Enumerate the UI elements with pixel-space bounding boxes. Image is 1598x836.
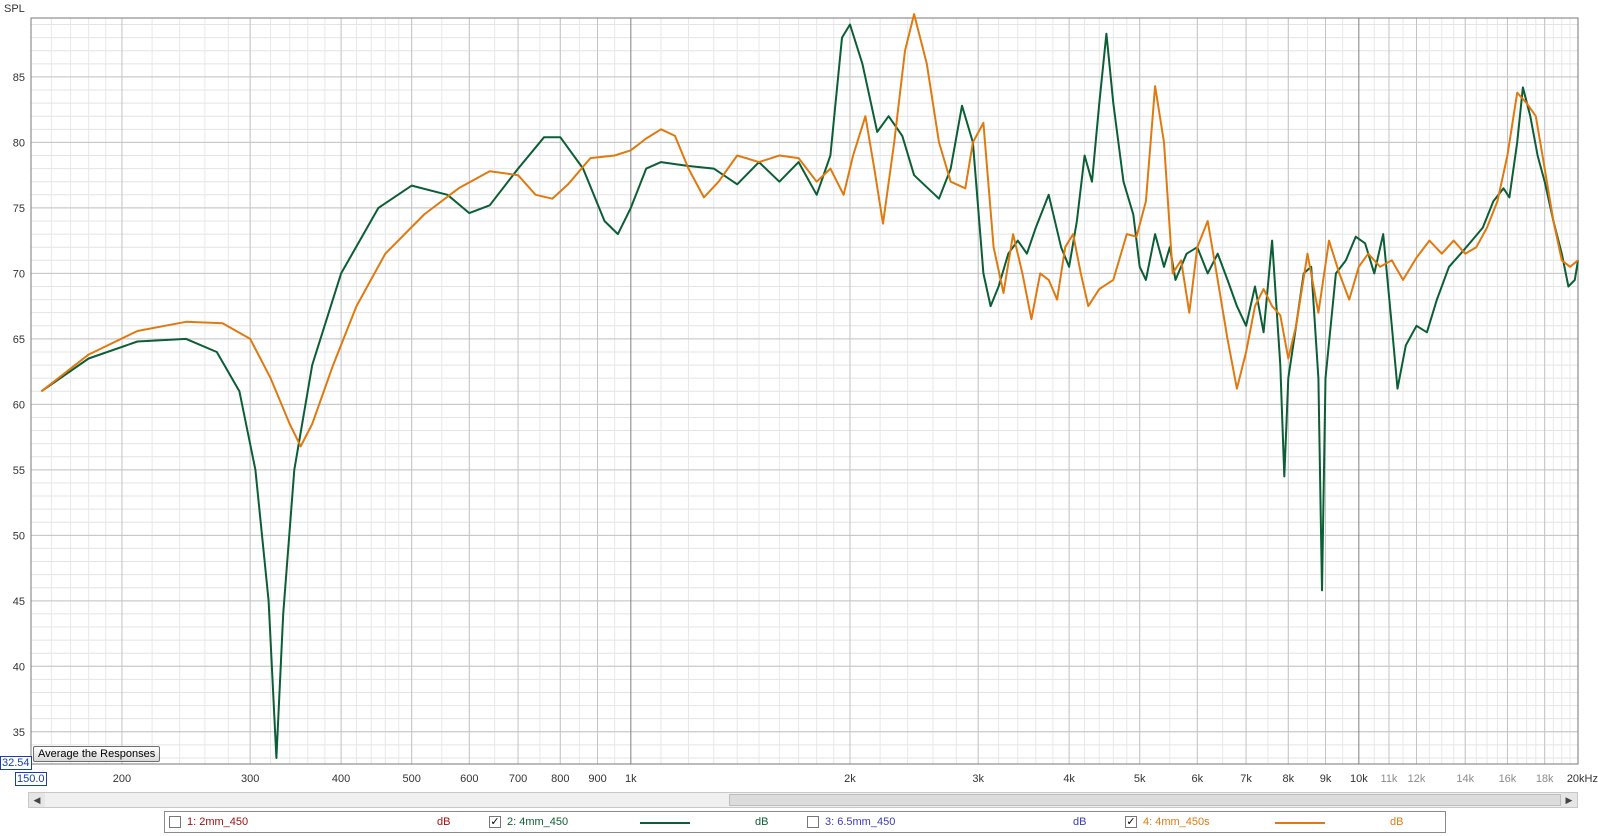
x-tick-label: 9k [1320, 773, 1332, 785]
x-tick-label: 8k [1282, 773, 1294, 785]
legend-swatch-4 [1275, 822, 1325, 824]
legend-checkbox-1[interactable] [169, 816, 181, 828]
legend-label-3: 3: 6.5mm_450 [825, 816, 896, 828]
y-tick-label: 65 [13, 334, 25, 346]
y-tick-label: 40 [13, 661, 25, 673]
x-tick-label: 20kHz [1567, 773, 1598, 785]
x-tick-label: 700 [509, 773, 527, 785]
x-tick-label: 10k [1350, 773, 1368, 785]
y-axis-label: SPL [4, 3, 25, 15]
scroll-left-arrow-icon[interactable]: ◀ [29, 793, 45, 807]
y-tick-label: 35 [13, 727, 25, 739]
x-tick-label: 5k [1134, 773, 1146, 785]
x-min-label[interactable]: 150.0 [15, 772, 47, 786]
x-tick-label: 900 [588, 773, 606, 785]
x-tick-label: 7k [1240, 773, 1252, 785]
x-tick-label: 600 [460, 773, 478, 785]
legend-checkbox-2[interactable]: ✓ [489, 816, 501, 828]
x-tick-label: 300 [241, 773, 259, 785]
legend-checkbox-3[interactable] [807, 816, 819, 828]
scrollbar-thumb[interactable] [729, 794, 1561, 806]
y-tick-label: 75 [13, 203, 25, 215]
x-tick-label: 200 [113, 773, 131, 785]
legend-checkbox-4[interactable]: ✓ [1125, 816, 1137, 828]
x-tick-label: 500 [402, 773, 420, 785]
x-tick-label: 3k [972, 773, 984, 785]
x-tick-label: 800 [551, 773, 569, 785]
legend-unit-1: dB [437, 816, 451, 828]
horizontal-scrollbar[interactable]: ◀ ▶ [28, 792, 1578, 808]
y-tick-label: 60 [13, 399, 25, 411]
legend-unit-2: dB [755, 816, 769, 828]
legend-label-4: 4: 4mm_450s [1143, 816, 1210, 828]
y-tick-label: 55 [13, 465, 25, 477]
frequency-response-chart: 35 40 45 50 55 60 65 70 75 80 85 200 300 400 500 600 700… [13, 13, 1598, 785]
x-tick-label: 6k [1192, 773, 1204, 785]
legend-item-4[interactable]: ✓ 4: 4mm_450s [1125, 812, 1210, 832]
x-tick-label: 2k [844, 773, 856, 785]
y-tick-label: 70 [13, 268, 25, 280]
legend-item-1[interactable]: 1: 2mm_450 [169, 812, 248, 832]
x-tick-label: 16k [1499, 773, 1517, 785]
y-tick-label: 85 [13, 72, 25, 84]
x-tick-label: 4k [1063, 773, 1075, 785]
y-min-label[interactable]: 32.54 [0, 756, 32, 770]
legend-unit-3: dB [1073, 816, 1087, 828]
x-tick-label: 12k [1408, 773, 1426, 785]
legend-unit-4: dB [1390, 816, 1404, 828]
y-tick-label: 45 [13, 596, 25, 608]
legend-item-3[interactable]: 3: 6.5mm_450 [807, 812, 895, 832]
y-tick-label: 50 [13, 530, 25, 542]
legend-item-2[interactable]: ✓ 2: 4mm_450 [489, 812, 568, 832]
x-tick-label: 11k [1381, 773, 1398, 785]
x-tick-label: 1k [625, 773, 637, 785]
legend-label-1: 1: 2mm_450 [187, 816, 249, 828]
x-tick-label: 18k [1536, 773, 1554, 785]
legend-label-2: 2: 4mm_450 [507, 816, 569, 828]
legend: 1: 2mm_450 dB ✓ 2: 4mm_450 dB 3: 6.5mm_4… [164, 811, 1446, 833]
x-tick-label: 14k [1456, 773, 1474, 785]
y-tick-label: 80 [13, 137, 25, 149]
x-tick-label: 400 [332, 773, 350, 785]
scroll-right-arrow-icon[interactable]: ▶ [1561, 793, 1577, 807]
average-responses-button[interactable]: Average the Responses [33, 746, 161, 762]
legend-swatch-2 [640, 822, 690, 824]
